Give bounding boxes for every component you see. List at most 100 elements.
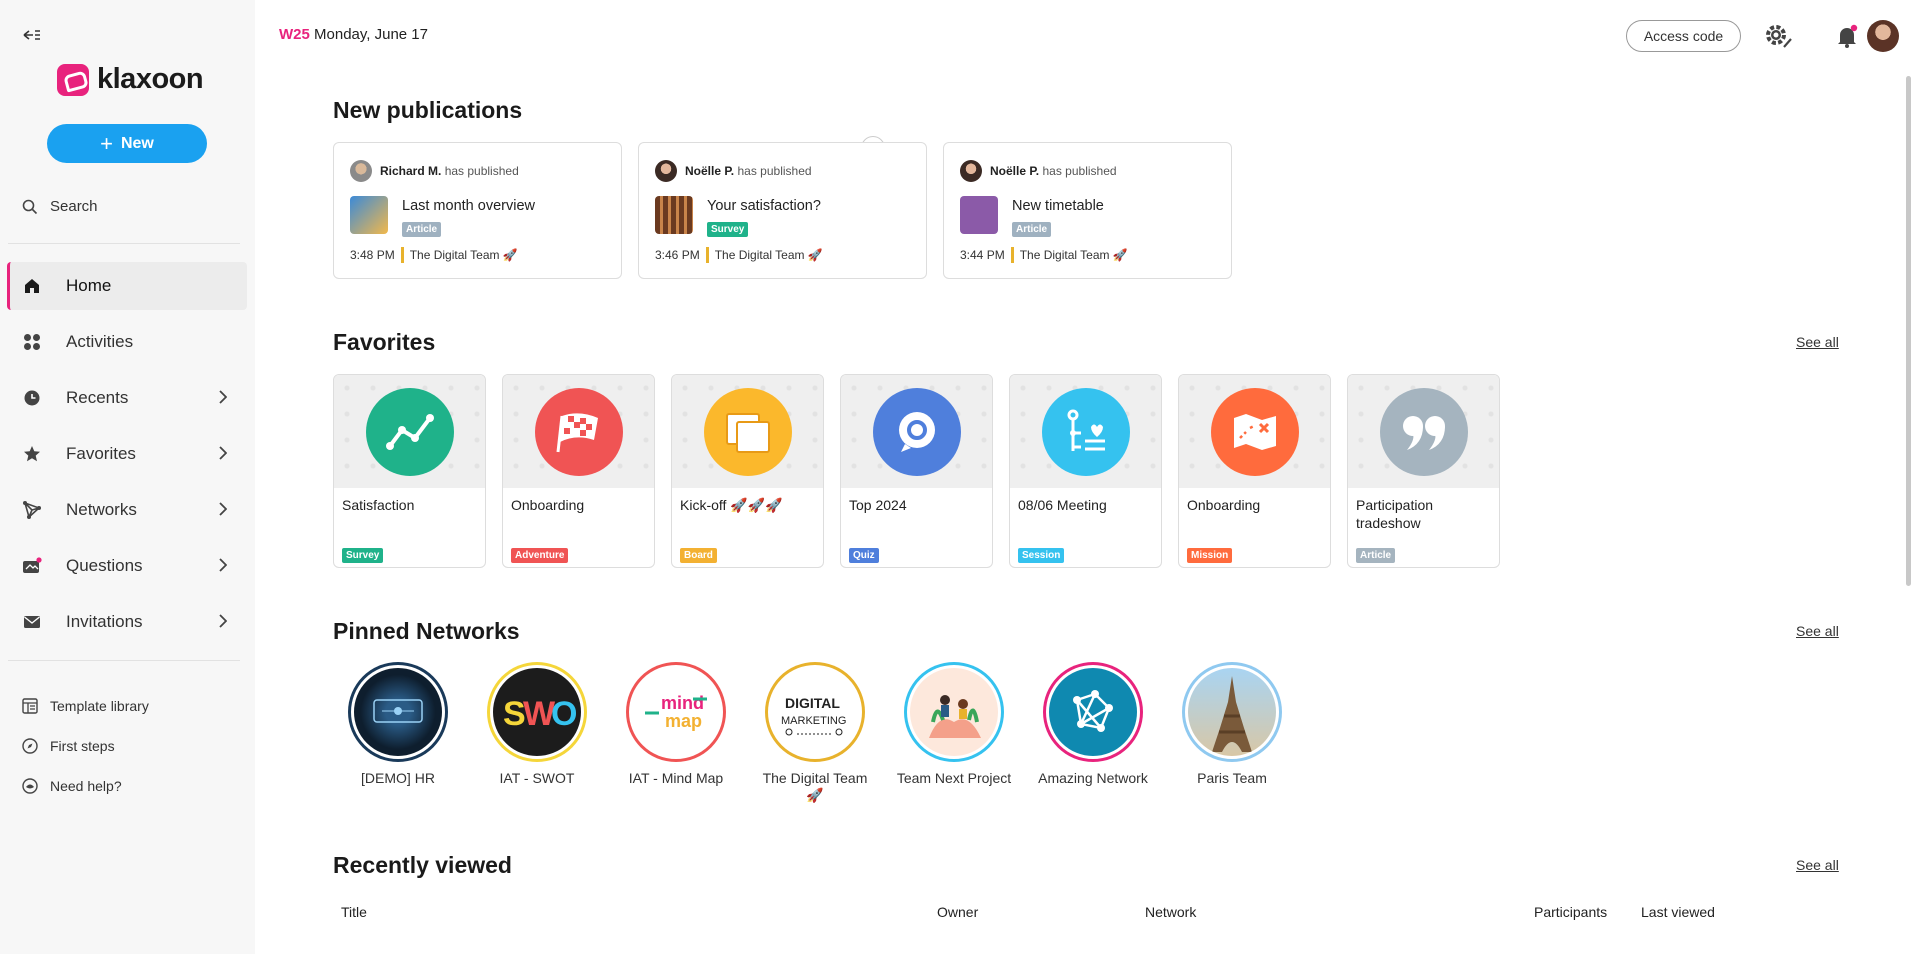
publication-card[interactable]: Noëlle P. has published Your satisfactio… — [638, 142, 927, 279]
sidebar-item-invitations[interactable]: Invitations — [7, 598, 247, 646]
author-action: has published — [1042, 164, 1117, 178]
section-title-publications: New publications — [333, 97, 523, 123]
column-header-network[interactable]: Network — [1145, 904, 1196, 920]
column-header-title[interactable]: Title — [341, 904, 367, 920]
publication-title: New timetable — [1012, 198, 1104, 214]
see-all-recent-link[interactable]: See all — [1796, 857, 1839, 873]
template-library-link[interactable]: Template library — [22, 686, 149, 726]
see-all-favorites-link[interactable]: See all — [1796, 334, 1839, 350]
favorite-card[interactable]: Participation tradeshow Article — [1347, 374, 1500, 568]
author-action: has published — [444, 164, 519, 178]
week-number: W25 — [279, 26, 310, 43]
network-name: Amazing Network — [1038, 770, 1148, 786]
sidebar-item-recents[interactable]: Recents — [7, 374, 247, 422]
column-header-owner[interactable]: Owner — [937, 904, 978, 920]
need-help-link[interactable]: Need help? — [22, 766, 149, 806]
publication-team: The Digital Team 🚀 — [714, 248, 823, 262]
sidebar-item-label: Recents — [66, 388, 129, 407]
type-badge: Article — [1356, 548, 1396, 563]
first-steps-link[interactable]: First steps — [22, 726, 149, 766]
plus-icon: + — [100, 130, 113, 156]
favorite-card[interactable]: Onboarding Adventure — [502, 374, 655, 568]
network-tile[interactable]: mind map IAT - Mind Map — [614, 662, 738, 787]
sidebar-item-home[interactable]: Home — [7, 262, 247, 310]
network-tile[interactable]: [DEMO] HR — [336, 662, 460, 787]
favorite-card[interactable]: 08/06 Meeting Session — [1009, 374, 1162, 568]
chart-line-icon — [366, 388, 454, 476]
favorite-name: Satisfaction — [342, 497, 415, 513]
favorite-card[interactable]: Kick-off 🚀🚀🚀 Board — [671, 374, 824, 568]
notifications-bell-icon[interactable] — [1835, 24, 1859, 48]
network-tile[interactable]: Team Next Project — [892, 662, 1016, 787]
see-all-networks-link[interactable]: See all — [1796, 623, 1839, 639]
section-title-networks: Pinned Networks — [333, 618, 520, 644]
user-avatar[interactable] — [1867, 20, 1899, 52]
publication-author: Noëlle P. has published — [960, 160, 1117, 182]
network-tile[interactable]: Amazing Network — [1031, 662, 1155, 787]
publication-meta: 3:46 PM The Digital Team 🚀 — [655, 247, 823, 263]
author-avatar — [655, 160, 677, 182]
type-badge: Mission — [1187, 548, 1233, 563]
date-header: W25 Monday, June 17 — [279, 26, 428, 43]
sidebar-footer-links: Template library First steps Need help? — [22, 686, 149, 806]
network-tile[interactable]: DIGITAL MARKETING The Digital Team 🚀 — [753, 662, 877, 804]
team-network-icon — [907, 665, 1001, 759]
favorite-card[interactable]: Onboarding Mission — [1178, 374, 1331, 568]
scrollbar-thumb[interactable] — [1906, 76, 1911, 586]
favorite-card[interactable]: Satisfaction Survey — [333, 374, 486, 568]
network-tile[interactable]: SWO IAT - SWOT — [475, 662, 599, 787]
chevron-right-icon — [219, 390, 227, 404]
svg-text:O: O — [551, 695, 577, 733]
klaxoon-logo[interactable]: klaxoon — [57, 63, 204, 96]
sidebar-item-favorites[interactable]: Favorites — [7, 430, 247, 478]
new-button[interactable]: + New — [47, 124, 207, 163]
settings-gear-icon[interactable] — [1763, 22, 1793, 50]
author-avatar — [350, 160, 372, 182]
logo-text: klaxoon — [97, 63, 204, 95]
network-tile[interactable]: Paris Team — [1170, 662, 1294, 787]
publication-card[interactable]: Noëlle P. has published New timetable Ar… — [943, 142, 1232, 279]
column-header-participants[interactable]: Participants — [1534, 904, 1607, 920]
publication-thumbnail — [655, 196, 693, 234]
checkered-flag-icon — [535, 388, 623, 476]
sidebar-item-questions[interactable]: Questions — [7, 542, 247, 590]
swot-network-icon: SWO — [490, 665, 584, 759]
compass-icon — [22, 738, 38, 754]
sidebar-divider — [8, 660, 240, 661]
map-icon — [1211, 388, 1299, 476]
favorite-name: Top 2024 — [849, 497, 907, 513]
questions-icon — [22, 556, 42, 576]
klaxoon-logo-icon — [57, 63, 89, 96]
mail-icon — [22, 612, 42, 632]
new-button-label: New — [120, 134, 154, 152]
home-icon — [22, 276, 42, 296]
footer-link-label: First steps — [50, 738, 115, 754]
amazing-network-icon — [1046, 665, 1140, 759]
publication-card[interactable]: Richard M. has published Last month over… — [333, 142, 622, 279]
svg-text:mind: mind — [661, 693, 704, 713]
column-header-last-viewed[interactable]: Last viewed — [1641, 904, 1715, 920]
sidebar-divider — [8, 243, 240, 244]
favorite-card[interactable]: Top 2024 Quiz — [840, 374, 993, 568]
sidebar-item-label: Invitations — [66, 612, 143, 631]
favorite-name: Onboarding — [1187, 497, 1261, 513]
sidebar-item-networks[interactable]: Networks — [7, 486, 247, 534]
sidebar-item-label: Home — [66, 276, 112, 295]
search-button[interactable]: Search — [22, 198, 98, 215]
favorite-name: 08/06 Meeting — [1018, 497, 1107, 513]
publication-author: Richard M. has published — [350, 160, 519, 182]
sidebar-item-activities[interactable]: Activities — [7, 318, 247, 366]
type-badge: Survey — [342, 548, 384, 563]
publication-title: Your satisfaction? — [707, 198, 821, 214]
author-avatar — [960, 160, 982, 182]
footer-link-label: Template library — [50, 698, 149, 714]
team-color-bar — [400, 247, 404, 263]
collapse-sidebar-icon[interactable] — [22, 27, 42, 43]
publication-author: Noëlle P. has published — [655, 160, 812, 182]
chevron-right-icon — [219, 446, 227, 460]
access-code-button[interactable]: Access code — [1626, 20, 1741, 52]
favorite-name: Kick-off 🚀🚀🚀 — [680, 497, 783, 513]
publication-time: 3:46 PM — [655, 248, 700, 262]
sidebar-item-label: Favorites — [66, 444, 136, 463]
type-badge: Quiz — [849, 548, 879, 563]
